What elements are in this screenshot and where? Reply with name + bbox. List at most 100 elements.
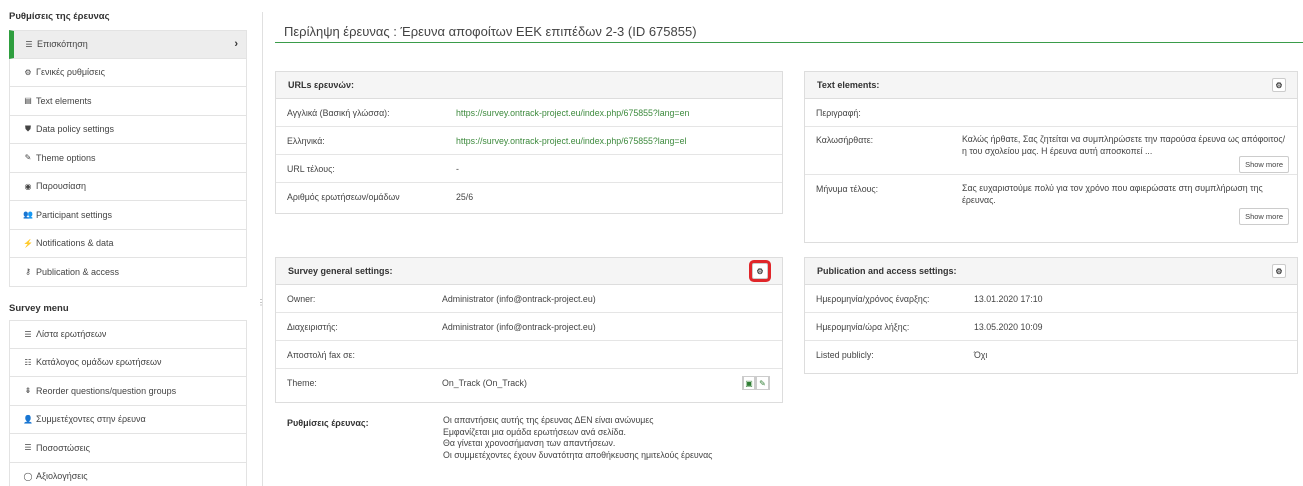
row-value: Καλώς ήρθατε, Σας ζητείται να συμπληρώσε… xyxy=(962,134,1286,156)
greek-url-link[interactable]: https://survey.ontrack-project.eu/index.… xyxy=(456,136,686,146)
publication-row-start: Ημερομηνία/χρόνος έναρξης: 13.01.2020 17… xyxy=(805,285,1297,313)
panel-title: Publication and access settings: xyxy=(817,266,957,276)
row-value: Administrator (info@ontrack-project.eu) xyxy=(442,293,596,304)
survey-setting-line: Οι συμμετέχοντες έχουν δυνατότητα αποθήκ… xyxy=(443,449,713,460)
brush-icon: ✎ xyxy=(24,153,32,163)
general-row-fax: Αποστολή fax σε: xyxy=(276,341,782,369)
survey-settings-list: Οι απαντήσεις αυτής της έρευνας ΔΕΝ είνα… xyxy=(443,415,712,461)
sidebar-item-label: Κατάλογος ομάδων ερωτήσεων xyxy=(36,357,162,368)
row-value: Όχι xyxy=(974,350,988,360)
panel-title: Text elements: xyxy=(817,80,880,90)
survey-menu-heading: Survey menu xyxy=(9,303,69,314)
survey-setting-line: Οι απαντήσεις αυτής της έρευνας ΔΕΝ είνα… xyxy=(443,415,654,425)
row-label: Περιγραφή: xyxy=(816,107,861,118)
sidebar-item-theme-options[interactable]: ✎ Theme options xyxy=(9,144,247,173)
gears-icon: ⚙ xyxy=(756,266,764,276)
row-label: Ημερομηνία/ώρα λήξης: xyxy=(816,321,910,332)
sidebar-item-question-groups[interactable]: ☷ Κατάλογος ομάδων ερωτήσεων xyxy=(9,348,247,377)
text-row-end-message: Μήνυμα τέλους: Σας ευχαριστούμε πολύ για… xyxy=(805,175,1297,231)
text-elements-heading: Text elements: ⚙ xyxy=(805,72,1297,99)
general-row-admin: Διαχειριστής: Administrator (info@ontrac… xyxy=(276,313,782,341)
sidebar-item-overview[interactable]: ☰ Επισκόπηση › xyxy=(9,30,247,59)
sidebar-item-label: Λίστα ερωτήσεων xyxy=(36,329,107,340)
row-label: Owner: xyxy=(287,293,316,304)
row-label: Ημερομηνία/χρόνος έναρξης: xyxy=(816,293,930,304)
sidebar-item-data-policy[interactable]: ⛊ Data policy settings xyxy=(9,115,247,144)
sidebar-item-participants[interactable]: 👤 Συμμετέχοντες στην έρευνα xyxy=(9,405,247,434)
english-url-link[interactable]: https://survey.ontrack-project.eu/index.… xyxy=(456,108,689,118)
sidebar-item-reorder[interactable]: ⇟ Reorder questions/question groups xyxy=(9,377,247,406)
th-list-icon: ☷ xyxy=(24,357,32,367)
row-label: Listed publicly: xyxy=(816,350,874,360)
publication-heading: Publication and access settings: ⚙ xyxy=(805,258,1297,285)
row-value: - xyxy=(456,163,459,174)
text-elements-gear-button[interactable]: ⚙ xyxy=(1272,78,1286,92)
sidebar-item-label: Reorder questions/question groups xyxy=(36,385,177,396)
gears-icon: ⚙ xyxy=(1275,266,1283,276)
sidebar-item-text-elements[interactable]: ▤ Text elements xyxy=(9,87,247,116)
sidebar-item-label: Notifications & data xyxy=(36,238,114,249)
sidebar-item-label: Participant settings xyxy=(36,209,113,220)
row-label: Μήνυμα τέλους: xyxy=(816,184,879,194)
shield-icon: ⛊ xyxy=(25,124,31,134)
row-value: 25/6 xyxy=(456,192,474,202)
sidebar-item-participant-settings[interactable]: 👥 Participant settings xyxy=(9,201,247,230)
survey-settings-label: Ρυθμίσεις έρευνας: xyxy=(287,418,369,428)
row-label: Διαχειριστής: xyxy=(287,321,338,332)
url-row-question-count: Αριθμός ερωτήσεων/ομάδων 25/6 xyxy=(276,183,782,211)
sidebar-item-label: Συμμετέχοντες στην έρευνα xyxy=(36,414,146,425)
page-title: Περίληψη έρευνας : Έρευνα αποφοίτων ΕΕΚ … xyxy=(284,24,697,39)
sidebar-item-publication-access[interactable]: ⚷ Publication & access xyxy=(9,258,247,287)
file-text-icon: ▤ xyxy=(24,96,32,106)
row-value: On_Track (On_Track) xyxy=(442,378,527,388)
list-icon: ☰ xyxy=(25,39,33,49)
publication-gear-button[interactable]: ⚙ xyxy=(1272,264,1286,278)
sidebar-item-label: Επισκόπηση xyxy=(37,39,88,50)
sidebar-item-label: Publication & access xyxy=(36,266,120,277)
sidebar-item-label: Text elements xyxy=(36,95,92,106)
row-label: URL τέλους: xyxy=(287,163,335,174)
sidebar-item-label: Παρουσίαση xyxy=(36,181,87,192)
url-row-end: URL τέλους: - xyxy=(276,155,782,183)
sidebar-item-label: Ποσοστώσεις xyxy=(36,442,90,453)
publication-row-end: Ημερομηνία/ώρα λήξης: 13.05.2020 10:09 xyxy=(805,313,1297,341)
chevron-right-icon: › xyxy=(234,38,238,50)
row-label: Theme: xyxy=(287,378,317,388)
reorder-icon: ⇟ xyxy=(24,386,32,396)
text-row-welcome: Καλωσήρθατε: Καλώς ήρθατε, Σας ζητείται … xyxy=(805,127,1297,175)
users-icon: 👥 xyxy=(23,210,33,220)
sidebar-item-label: Αξιολογήσεις xyxy=(36,471,88,482)
text-row-description: Περιγραφή: xyxy=(805,99,1297,127)
sidebar-item-assessments[interactable]: ◯ Αξιολογήσεις xyxy=(9,462,247,486)
sidebar-item-general-settings[interactable]: ⚙ Γενικές ρυθμίσεις xyxy=(9,58,247,87)
sidebar-item-quotas[interactable]: ☰ Ποσοστώσεις xyxy=(9,434,247,463)
sidebar: Ρυθμίσεις της έρευνας ☰ Επισκόπηση › ⚙ Γ… xyxy=(0,0,247,486)
picture-icon: ▣ xyxy=(743,376,755,390)
general-settings-gear-button[interactable]: ⚙ xyxy=(752,263,768,279)
eye-slash-icon: ◉ xyxy=(24,181,32,191)
list-alt-icon: ☰ xyxy=(24,443,32,453)
urls-panel-heading: URLs ερευνών: xyxy=(276,72,782,99)
general-row-owner: Owner: Administrator (info@ontrack-proje… xyxy=(276,285,782,313)
text-elements-panel: Text elements: ⚙ Περιγραφή: Καλωσήρθατε:… xyxy=(804,71,1298,243)
urls-panel: URLs ερευνών: Αγγλικά (Βασική γλώσσα): h… xyxy=(275,71,783,214)
sidebar-resize-handle[interactable]: ⋮ xyxy=(257,298,265,307)
general-settings-panel: Survey general settings: ⚙ Owner: Admini… xyxy=(275,257,783,403)
sidebar-item-question-list[interactable]: ☰ Λίστα ερωτήσεων xyxy=(9,320,247,349)
user-icon: 👤 xyxy=(23,414,33,424)
show-more-button[interactable]: Show more xyxy=(1239,156,1289,173)
panel-title: Survey general settings: xyxy=(288,266,393,276)
comment-icon: ◯ xyxy=(23,471,33,481)
theme-buttons: ▣ ✎ xyxy=(742,376,770,390)
sidebar-item-notifications[interactable]: ⚡ Notifications & data xyxy=(9,229,247,258)
publication-panel: Publication and access settings: ⚙ Ημερο… xyxy=(804,257,1298,374)
row-label: Αποστολή fax σε: xyxy=(287,349,355,360)
theme-edit-button[interactable]: ✎ xyxy=(756,376,770,390)
key-icon: ⚷ xyxy=(25,267,31,277)
row-label: Ελληνικά: xyxy=(287,135,325,146)
url-row-english: Αγγλικά (Βασική γλώσσα): https://survey.… xyxy=(276,99,782,127)
sidebar-item-presentation[interactable]: ◉ Παρουσίαση xyxy=(9,172,247,201)
row-label: Αριθμός ερωτήσεων/ομάδων xyxy=(287,192,400,202)
show-more-button[interactable]: Show more xyxy=(1239,208,1289,225)
theme-preview-button[interactable]: ▣ xyxy=(742,376,756,390)
